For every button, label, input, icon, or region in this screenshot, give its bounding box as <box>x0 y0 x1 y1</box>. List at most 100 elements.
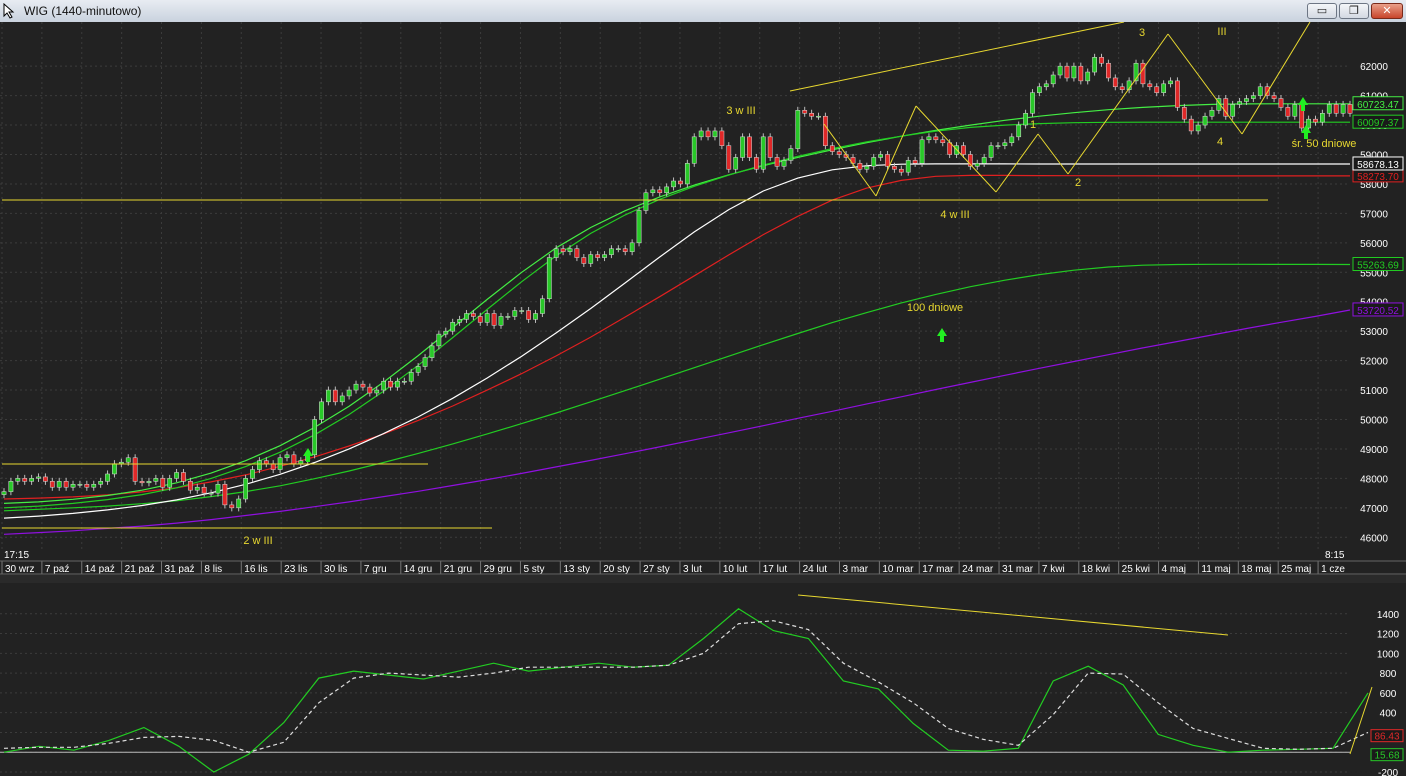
chart-area[interactable]: 2 w III 3 w III 4 w III 100 dniowe śr. 50 dn… <box>0 22 1406 776</box>
minimize-button[interactable]: ▭ <box>1307 3 1337 19</box>
candle-body <box>1209 110 1215 117</box>
candle-body <box>933 136 939 141</box>
window-title: WIG (1440-minutowo) <box>24 4 142 18</box>
time-tick-label: 25 maj <box>1281 564 1311 575</box>
candle-body <box>84 484 90 488</box>
wave-label: 4 w III <box>940 209 969 221</box>
time-tick-label: 30 wrz <box>5 564 34 575</box>
candle-body <box>726 145 732 170</box>
ma-label: śr. 50 dniowe <box>1292 138 1357 150</box>
candle-body <box>208 492 214 495</box>
candle-body <box>1257 86 1263 96</box>
candle-body <box>988 145 994 158</box>
candle-body <box>622 248 628 252</box>
time-tick-label: 17 mar <box>922 564 954 575</box>
wave-label: 1 <box>1030 119 1036 131</box>
candle-body <box>132 457 138 482</box>
candle-body <box>436 333 442 347</box>
time-tick-label: 10 lut <box>723 564 748 575</box>
candle-body <box>1340 104 1346 114</box>
time-tick-label: 21 paź <box>125 564 155 575</box>
candle-body <box>919 139 925 164</box>
osc-last-value-label: 86.43 <box>1374 732 1399 743</box>
candle-body <box>167 478 173 488</box>
candle-body <box>319 401 324 420</box>
candle-body <box>760 136 766 170</box>
candle-body <box>353 383 359 391</box>
osc-tick-label: 600 <box>1380 689 1397 700</box>
candle-body <box>139 481 145 484</box>
time-tick-label: 3 lut <box>683 564 702 575</box>
candle-body <box>519 310 525 312</box>
candle-body <box>401 380 407 383</box>
candle-body <box>526 310 531 320</box>
candle-body <box>567 248 573 252</box>
price-tick-label: 52000 <box>1360 357 1388 368</box>
price-tick-label: 51000 <box>1360 386 1388 397</box>
candle-body <box>1106 62 1111 79</box>
candle-body <box>609 248 614 255</box>
candle-body <box>1161 83 1167 93</box>
candle-body <box>146 481 152 484</box>
wave-label: 3 w III <box>726 105 755 117</box>
candle-body <box>298 460 304 464</box>
candle-body <box>1278 98 1284 108</box>
close-button[interactable]: ✕ <box>1371 3 1403 19</box>
candle-body <box>1064 65 1070 79</box>
candle-body <box>457 319 462 323</box>
candle-body <box>602 254 607 258</box>
candle-body <box>1147 83 1153 88</box>
candle-body <box>270 463 276 470</box>
candle-body <box>671 180 676 188</box>
time-tick-label: 30 lis <box>324 564 347 575</box>
maximize-button[interactable]: ❐ <box>1339 3 1369 19</box>
candle-body <box>816 115 821 118</box>
candle-body <box>1002 142 1008 146</box>
candle-body <box>1071 65 1077 79</box>
candle-body <box>747 136 752 158</box>
last-value-label: 53720.52 <box>1357 306 1399 317</box>
time-tick-label: 14 gru <box>404 564 432 575</box>
candle-body <box>581 257 587 264</box>
panel-gap <box>0 575 1406 583</box>
candle-body <box>698 130 704 138</box>
candle-body <box>678 180 683 185</box>
candle-body <box>1237 101 1242 105</box>
candle-body <box>905 160 911 173</box>
candle-body <box>1009 136 1015 143</box>
candle-body <box>291 454 297 464</box>
candle-body <box>477 316 483 323</box>
candle-body <box>63 481 69 488</box>
candle-body <box>705 130 711 138</box>
title-bar: WIG (1440-minutowo) ▭ ❐ ✕ <box>0 0 1406 23</box>
candle-body <box>1023 113 1028 126</box>
time-tick-label: 24 lut <box>803 564 828 575</box>
candle-body <box>250 469 255 479</box>
candle-body <box>346 389 352 397</box>
candle-body <box>388 380 393 388</box>
cursor-arrow-icon <box>3 3 15 19</box>
candle-body <box>201 486 207 494</box>
candle-body <box>885 154 890 167</box>
candle-body <box>1333 104 1339 114</box>
candle-body <box>1320 113 1325 123</box>
candle-body <box>505 316 511 318</box>
candle-body <box>70 484 76 488</box>
candle-body <box>312 419 317 456</box>
candle-body <box>981 157 987 164</box>
candle-body <box>1 491 7 495</box>
candle-body <box>1313 118 1318 123</box>
last-value-label: 58273.70 <box>1357 172 1399 183</box>
candle-body <box>553 248 559 258</box>
candle-body <box>595 254 600 258</box>
candle-body <box>29 478 34 482</box>
candle-body <box>450 322 456 332</box>
candle-body <box>781 160 787 167</box>
candle-body <box>160 478 166 488</box>
price-tick-label: 56000 <box>1360 239 1388 250</box>
candle-body <box>187 481 193 491</box>
time-tick-label: 25 kwi <box>1122 564 1150 575</box>
candle-body <box>733 157 739 170</box>
time-tick-label: 4 maj <box>1162 564 1186 575</box>
candle-body <box>374 389 380 394</box>
